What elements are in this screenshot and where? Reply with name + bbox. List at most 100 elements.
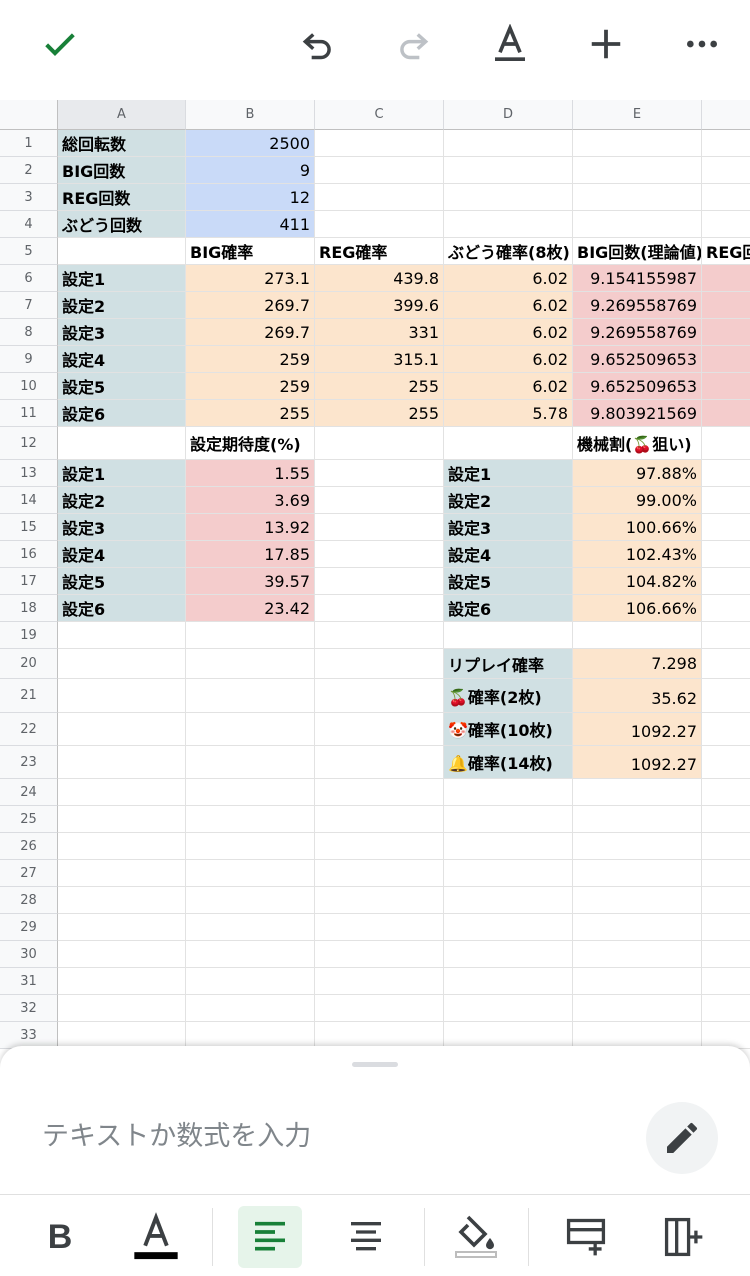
cell-e33[interactable] (573, 1022, 702, 1049)
drag-handle[interactable] (352, 1062, 398, 1067)
row-header[interactable]: 22 (0, 713, 58, 746)
cell-d10[interactable]: 6.02 (444, 373, 573, 400)
cell-c16[interactable] (315, 541, 444, 568)
cell-b23[interactable] (186, 746, 315, 779)
cell-c28[interactable] (315, 887, 444, 914)
row-header[interactable]: 3 (0, 184, 58, 211)
row-header[interactable]: 27 (0, 860, 58, 887)
cell-e16[interactable]: 102.43% (573, 541, 702, 568)
cell-e27[interactable] (573, 860, 702, 887)
cell-f27[interactable] (702, 860, 750, 887)
cell-b27[interactable] (186, 860, 315, 887)
cell-d20[interactable]: リプレイ確率 (444, 649, 573, 679)
row-header[interactable]: 10 (0, 373, 58, 400)
row-header[interactable]: 8 (0, 319, 58, 346)
cell-d23[interactable]: 🔔確率(14枚) (444, 746, 573, 779)
cell-a29[interactable] (58, 914, 186, 941)
cell-d22[interactable]: 🤡確率(10枚) (444, 713, 573, 746)
cell-c6[interactable]: 439.8 (315, 265, 444, 292)
cell-e28[interactable] (573, 887, 702, 914)
cell-a2[interactable]: BIG回数 (58, 157, 186, 184)
cell-e20[interactable]: 7.298 (573, 649, 702, 679)
row-header[interactable]: 18 (0, 595, 58, 622)
cell-b17[interactable]: 39.57 (186, 568, 315, 595)
cell-f23[interactable] (702, 746, 750, 779)
cell-c21[interactable] (315, 679, 444, 713)
cell-a33[interactable] (58, 1022, 186, 1049)
cell-f10[interactable]: 9.8 (702, 373, 750, 400)
cell-f20[interactable] (702, 649, 750, 679)
cell-c25[interactable] (315, 806, 444, 833)
cell-b30[interactable] (186, 941, 315, 968)
cell-c13[interactable] (315, 460, 444, 487)
cell-f28[interactable] (702, 887, 750, 914)
cell-b5[interactable]: BIG確率 (186, 238, 315, 265)
cell-d17[interactable]: 設定5 (444, 568, 573, 595)
cell-b31[interactable] (186, 968, 315, 995)
cell-b7[interactable]: 269.7 (186, 292, 315, 319)
cell-e17[interactable]: 104.82% (573, 568, 702, 595)
cell-b2[interactable]: 9 (186, 157, 315, 184)
row-header[interactable]: 16 (0, 541, 58, 568)
column-header[interactable] (702, 100, 750, 130)
cell-d3[interactable] (444, 184, 573, 211)
cell-e8[interactable]: 9.269558769 (573, 319, 702, 346)
cell-e14[interactable]: 99.00% (573, 487, 702, 514)
column-header[interactable]: A (58, 100, 186, 130)
row-header[interactable]: 11 (0, 400, 58, 427)
cell-a23[interactable] (58, 746, 186, 779)
cell-f29[interactable] (702, 914, 750, 941)
cell-e24[interactable] (573, 779, 702, 806)
cell-f22[interactable] (702, 713, 750, 746)
cell-d4[interactable] (444, 211, 573, 238)
cell-d19[interactable] (444, 622, 573, 649)
cell-b9[interactable]: 259 (186, 346, 315, 373)
cell-f4[interactable] (702, 211, 750, 238)
column-header[interactable]: D (444, 100, 573, 130)
row-header[interactable]: 28 (0, 887, 58, 914)
row-header[interactable]: 6 (0, 265, 58, 292)
cell-c33[interactable] (315, 1022, 444, 1049)
cell-e29[interactable] (573, 914, 702, 941)
cell-e31[interactable] (573, 968, 702, 995)
cell-b12[interactable]: 設定期待度(%) (186, 427, 315, 460)
cell-e7[interactable]: 9.269558769 (573, 292, 702, 319)
cell-b19[interactable] (186, 622, 315, 649)
cell-d13[interactable]: 設定1 (444, 460, 573, 487)
cell-a6[interactable]: 設定1 (58, 265, 186, 292)
cell-b13[interactable]: 1.55 (186, 460, 315, 487)
cell-b3[interactable]: 12 (186, 184, 315, 211)
cell-e18[interactable]: 106.66% (573, 595, 702, 622)
select-all-corner[interactable] (0, 100, 58, 130)
cell-d16[interactable]: 設定4 (444, 541, 573, 568)
row-header[interactable]: 25 (0, 806, 58, 833)
cell-b10[interactable]: 259 (186, 373, 315, 400)
cell-d26[interactable] (444, 833, 573, 860)
cell-c20[interactable] (315, 649, 444, 679)
cell-d32[interactable] (444, 995, 573, 1022)
row-header[interactable]: 24 (0, 779, 58, 806)
cell-a26[interactable] (58, 833, 186, 860)
cell-a9[interactable]: 設定4 (58, 346, 186, 373)
cell-e1[interactable] (573, 130, 702, 157)
cell-c26[interactable] (315, 833, 444, 860)
fill-color-icon[interactable] (446, 1206, 506, 1268)
cell-f24[interactable] (702, 779, 750, 806)
cell-d28[interactable] (444, 887, 573, 914)
row-header[interactable]: 21 (0, 679, 58, 713)
formula-input[interactable]: テキストか数式を入力 (42, 1114, 311, 1153)
plus-icon[interactable] (582, 20, 630, 68)
cell-a14[interactable]: 設定2 (58, 487, 186, 514)
text-format-icon[interactable] (486, 20, 534, 68)
insert-row-icon[interactable] (556, 1206, 616, 1268)
cell-e2[interactable] (573, 157, 702, 184)
cell-b6[interactable]: 273.1 (186, 265, 315, 292)
cell-f16[interactable] (702, 541, 750, 568)
row-header[interactable]: 15 (0, 514, 58, 541)
cell-e5[interactable]: BIG回数(理論値) (573, 238, 702, 265)
cell-e3[interactable] (573, 184, 702, 211)
cell-b8[interactable]: 269.7 (186, 319, 315, 346)
cell-d2[interactable] (444, 157, 573, 184)
row-header[interactable]: 23 (0, 746, 58, 779)
cell-d14[interactable]: 設定2 (444, 487, 573, 514)
